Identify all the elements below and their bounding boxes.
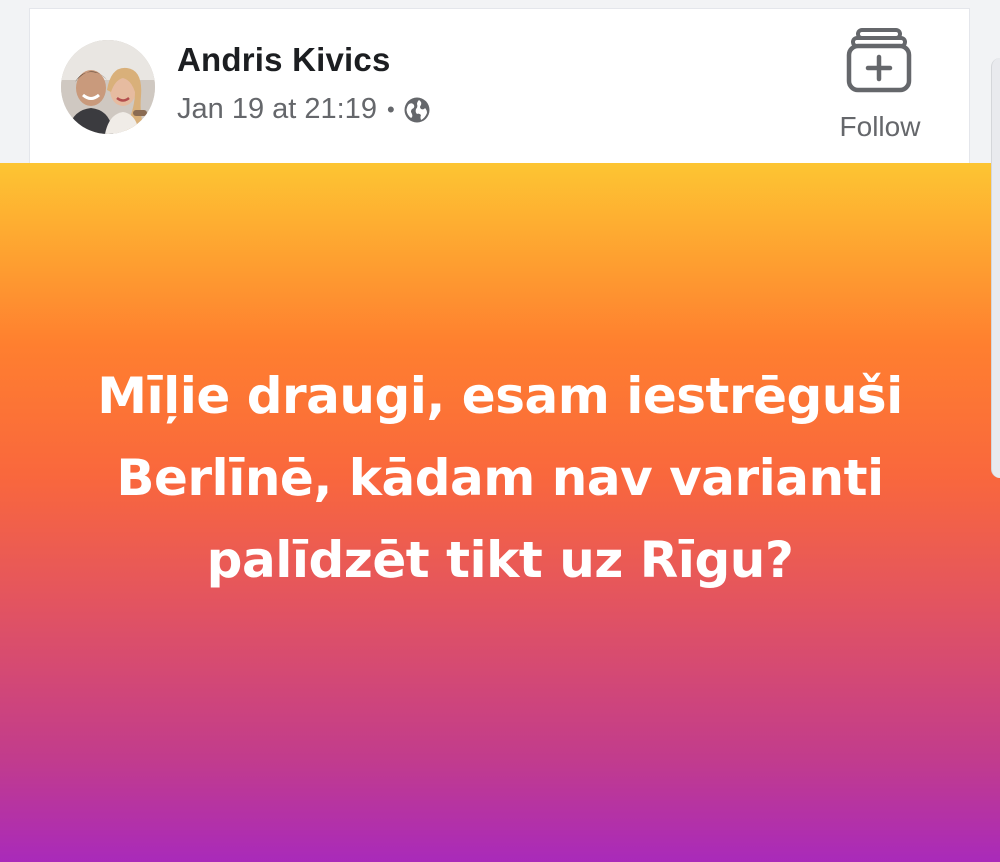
screen: Andris Kivics Jan 19 at 21:19 • Follow M…: [0, 0, 1000, 862]
adjacent-card-edge: [991, 58, 1000, 478]
post-meta: Jan 19 at 21:19 •: [177, 93, 431, 126]
post-text: Mīļie draugi, esam iestrēguši Berlīnē, k…: [97, 367, 903, 589]
follow-label: Follow: [839, 111, 921, 142]
author-name[interactable]: Andris Kivics: [177, 41, 391, 79]
post-background[interactable]: Mīļie draugi, esam iestrēguši Berlīnē, k…: [0, 163, 1000, 862]
post-timestamp[interactable]: Jan 19 at 21:19: [177, 93, 377, 126]
post-header: Andris Kivics Jan 19 at 21:19 • Follow: [29, 8, 970, 163]
avatar-photo: [61, 40, 155, 134]
add-to-collection-icon: [846, 28, 912, 93]
follow-button[interactable]: Follow: [825, 27, 935, 152]
avatar[interactable]: [61, 40, 155, 134]
globe-icon: [403, 96, 431, 124]
meta-separator: •: [386, 96, 395, 122]
